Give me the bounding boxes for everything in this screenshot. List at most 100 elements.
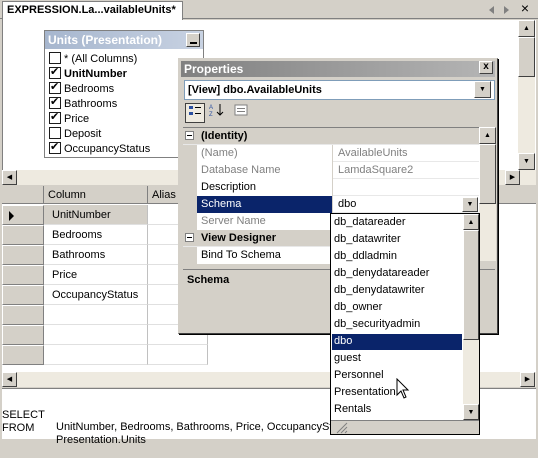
property-label: Database Name [183,162,333,179]
minimize-icon[interactable] [186,33,200,47]
column-cell[interactable] [44,345,148,365]
column-cell[interactable]: UnitNumber [44,205,148,225]
row-selector[interactable] [2,305,44,325]
column-label: UnitNumber [64,68,127,80]
column-item[interactable]: * (All Columns) [49,52,138,68]
property-grid-scrollbar[interactable]: ▲ [479,127,496,261]
dropdown-item[interactable]: Rentals [332,402,462,418]
column-item[interactable]: Bathrooms [49,96,117,113]
close-icon[interactable]: x [479,61,493,74]
dropdown-item[interactable]: guest [332,351,462,367]
scroll-right-icon[interactable]: ▶ [505,170,520,185]
close-icon[interactable]: × [518,1,532,16]
chevron-down-icon[interactable]: ▼ [462,197,478,212]
property-database-name-row[interactable]: Database Name LamdaSquare2 [183,162,479,179]
chevron-left-icon[interactable] [486,4,498,16]
document-tab-bar: EXPRESSION.La...vailableUnits* × [0,0,538,20]
checkbox[interactable] [49,52,61,65]
dropdown-item[interactable]: db_denydatareader [332,266,462,282]
dropdown-item[interactable]: db_datawriter [332,232,462,248]
collapse-icon[interactable] [185,233,194,242]
category-label: (Identity) [201,130,248,142]
row-gutter [183,162,197,179]
checkbox[interactable] [49,96,61,110]
column-cell[interactable]: Bathrooms [44,245,148,265]
column-cell[interactable] [44,305,148,325]
column-header[interactable]: Column [44,186,148,204]
row-selector[interactable] [2,345,44,365]
row-selector[interactable] [2,325,44,345]
scroll-up-icon[interactable]: ▲ [479,127,496,144]
collapse-icon[interactable] [185,131,194,140]
row-selector[interactable] [2,205,44,225]
scroll-up-icon[interactable]: ▲ [463,214,479,230]
category-identity[interactable]: (Identity) [183,128,479,145]
alias-cell[interactable] [148,345,208,365]
column-item[interactable]: UnitNumber [49,66,127,83]
dropdown-item[interactable]: db_owner [332,300,462,316]
categorized-icon[interactable] [185,103,205,123]
column-item[interactable]: Price [49,111,89,128]
description-title: Schema [187,274,230,286]
scroll-right-icon[interactable]: ▶ [520,372,535,387]
column-label: * (All Columns) [64,53,138,65]
scroll-left-icon[interactable]: ◀ [2,170,17,185]
checkbox[interactable] [49,111,61,125]
dropdown-item[interactable]: db_ddladmin [332,249,462,265]
resize-grip-icon[interactable] [331,420,479,434]
scroll-down-icon[interactable]: ▼ [463,404,479,420]
scroll-thumb[interactable] [479,144,496,204]
scroll-down-icon[interactable]: ▼ [518,153,535,170]
property-label: Schema [183,196,333,213]
property-value[interactable] [334,179,479,196]
property-value[interactable]: AvailableUnits [334,145,479,162]
checkbox[interactable] [49,81,61,95]
dropdown-scrollbar[interactable]: ▲ ▼ [463,214,479,420]
column-cell[interactable]: Price [44,265,148,285]
current-row-icon [9,211,14,221]
column-label: Bedrooms [64,83,115,95]
column-cell[interactable] [44,325,148,345]
property-name-row[interactable]: (Name) AvailableUnits [183,145,479,162]
properties-title[interactable]: Properties [181,61,495,77]
document-tab[interactable]: EXPRESSION.La...vailableUnits* [2,1,183,20]
column-item[interactable]: OccupancyStatus [49,141,150,158]
row-gutter [183,145,197,162]
dropdown-item[interactable]: db_securityadmin [332,317,462,333]
row-selector[interactable] [2,225,44,245]
checkbox[interactable] [49,141,61,155]
table-title[interactable]: Units (Presentation) [45,31,203,49]
row-gutter [183,213,197,230]
row-selector[interactable] [2,265,44,285]
dropdown-item[interactable]: db_datareader [332,215,462,231]
column-label: Deposit [64,128,102,140]
scroll-up-icon[interactable]: ▲ [518,20,535,37]
schema-value[interactable]: dbo [334,196,479,213]
scroll-thumb[interactable] [463,230,479,340]
schema-dropdown-list[interactable]: db_datareader db_datawriter db_ddladmin … [330,213,480,435]
dropdown-item[interactable]: db_denydatawriter [332,283,462,299]
property-label: Bind To Schema [183,247,333,264]
row-selector[interactable] [2,245,44,265]
properties-toolbar: AZ [183,103,493,125]
property-label: Description [183,179,333,196]
property-pages-icon[interactable] [231,103,251,123]
column-cell[interactable]: Bedrooms [44,225,148,245]
diagram-vertical-scrollbar[interactable]: ▲ ▼ [518,20,535,170]
property-value[interactable]: LamdaSquare2 [334,162,479,179]
chevron-right-icon[interactable] [500,4,512,16]
object-selector[interactable]: [View] dbo.AvailableUnits [184,80,495,100]
sql-text: Presentation.Units [56,434,146,446]
chevron-down-icon[interactable]: ▼ [474,81,491,98]
column-cell[interactable]: OccupancyStatus [44,285,148,305]
row-selector[interactable] [2,285,44,305]
dropdown-item-selected[interactable]: dbo [332,334,462,350]
checkbox[interactable] [49,127,61,140]
alphabetical-icon[interactable]: AZ [207,103,227,123]
scroll-left-icon[interactable]: ◀ [2,372,17,387]
property-description-row[interactable]: Description [183,179,479,196]
category-label: View Designer [201,232,276,244]
scroll-thumb[interactable] [518,37,535,77]
property-schema-row[interactable]: Schema dbo [183,196,479,213]
checkbox[interactable] [49,66,61,80]
